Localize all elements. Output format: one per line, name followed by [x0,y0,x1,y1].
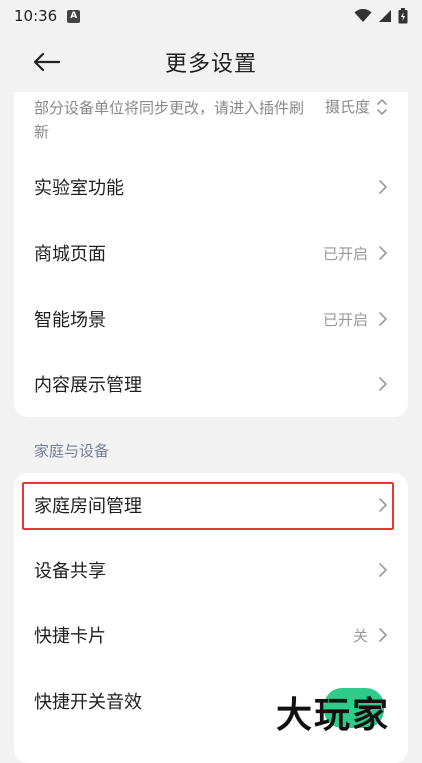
row-label: 快捷卡片 [34,626,106,647]
row-label: 快捷开关音效 [34,692,142,713]
quick-cards-row[interactable]: 快捷卡片 关 [14,603,408,667]
chevron-right-icon [378,311,388,327]
chevron-right-icon [378,376,388,392]
row-label: 内容展示管理 [34,375,142,396]
page-title: 更多设置 [164,52,257,77]
chevron-right-icon [378,245,388,261]
notification-icon: A [67,9,81,23]
watermark-logo: 大玩家 [276,680,416,740]
section-title-home-devices: 家庭与设备 [34,442,110,460]
status-bar: 10:36 A [0,0,422,32]
chevron-right-icon [378,497,388,513]
row-label: 智能场景 [34,310,106,331]
temperature-unit-note: 部分设备单位将同步更改，请进入插件刷新 [34,99,305,141]
temperature-unit-value: 摄氏度 [324,98,370,116]
row-value: 关 [352,626,368,645]
content-display-row[interactable]: 内容展示管理 [14,352,408,416]
row-label: 家庭房间管理 [34,496,142,517]
row-value: 已开启 [322,310,368,329]
row-value: 已开启 [322,244,368,263]
chevron-right-icon [378,179,388,195]
home-room-management-row[interactable]: 家庭房间管理 [14,473,408,537]
mall-page-row[interactable]: 商城页面 已开启 [14,221,408,285]
row-label: 商城页面 [34,244,106,265]
up-down-chevron-icon [376,98,388,120]
general-settings-card: 部分设备单位将同步更改，请进入插件刷新 摄氏度 实验室功能 商城页面 已开启 智… [14,92,408,417]
wifi-icon [354,9,372,22]
battery-icon [398,8,408,24]
signal-icon [379,10,391,22]
smart-scenes-row[interactable]: 智能场景 已开启 [14,287,408,351]
header: 更多设置 [0,32,422,90]
row-label: 实验室功能 [34,178,124,199]
temperature-unit-row[interactable]: 部分设备单位将同步更改，请进入插件刷新 摄氏度 [34,92,404,144]
status-icons [354,8,408,24]
device-sharing-row[interactable]: 设备共享 [14,538,408,602]
chevron-right-icon [378,562,388,578]
chevron-right-icon [378,627,388,643]
status-time: 10:36 [14,7,58,25]
row-label: 设备共享 [34,561,106,582]
watermark-text: 大玩家 [276,695,391,736]
lab-features-row[interactable]: 实验室功能 [14,155,408,219]
